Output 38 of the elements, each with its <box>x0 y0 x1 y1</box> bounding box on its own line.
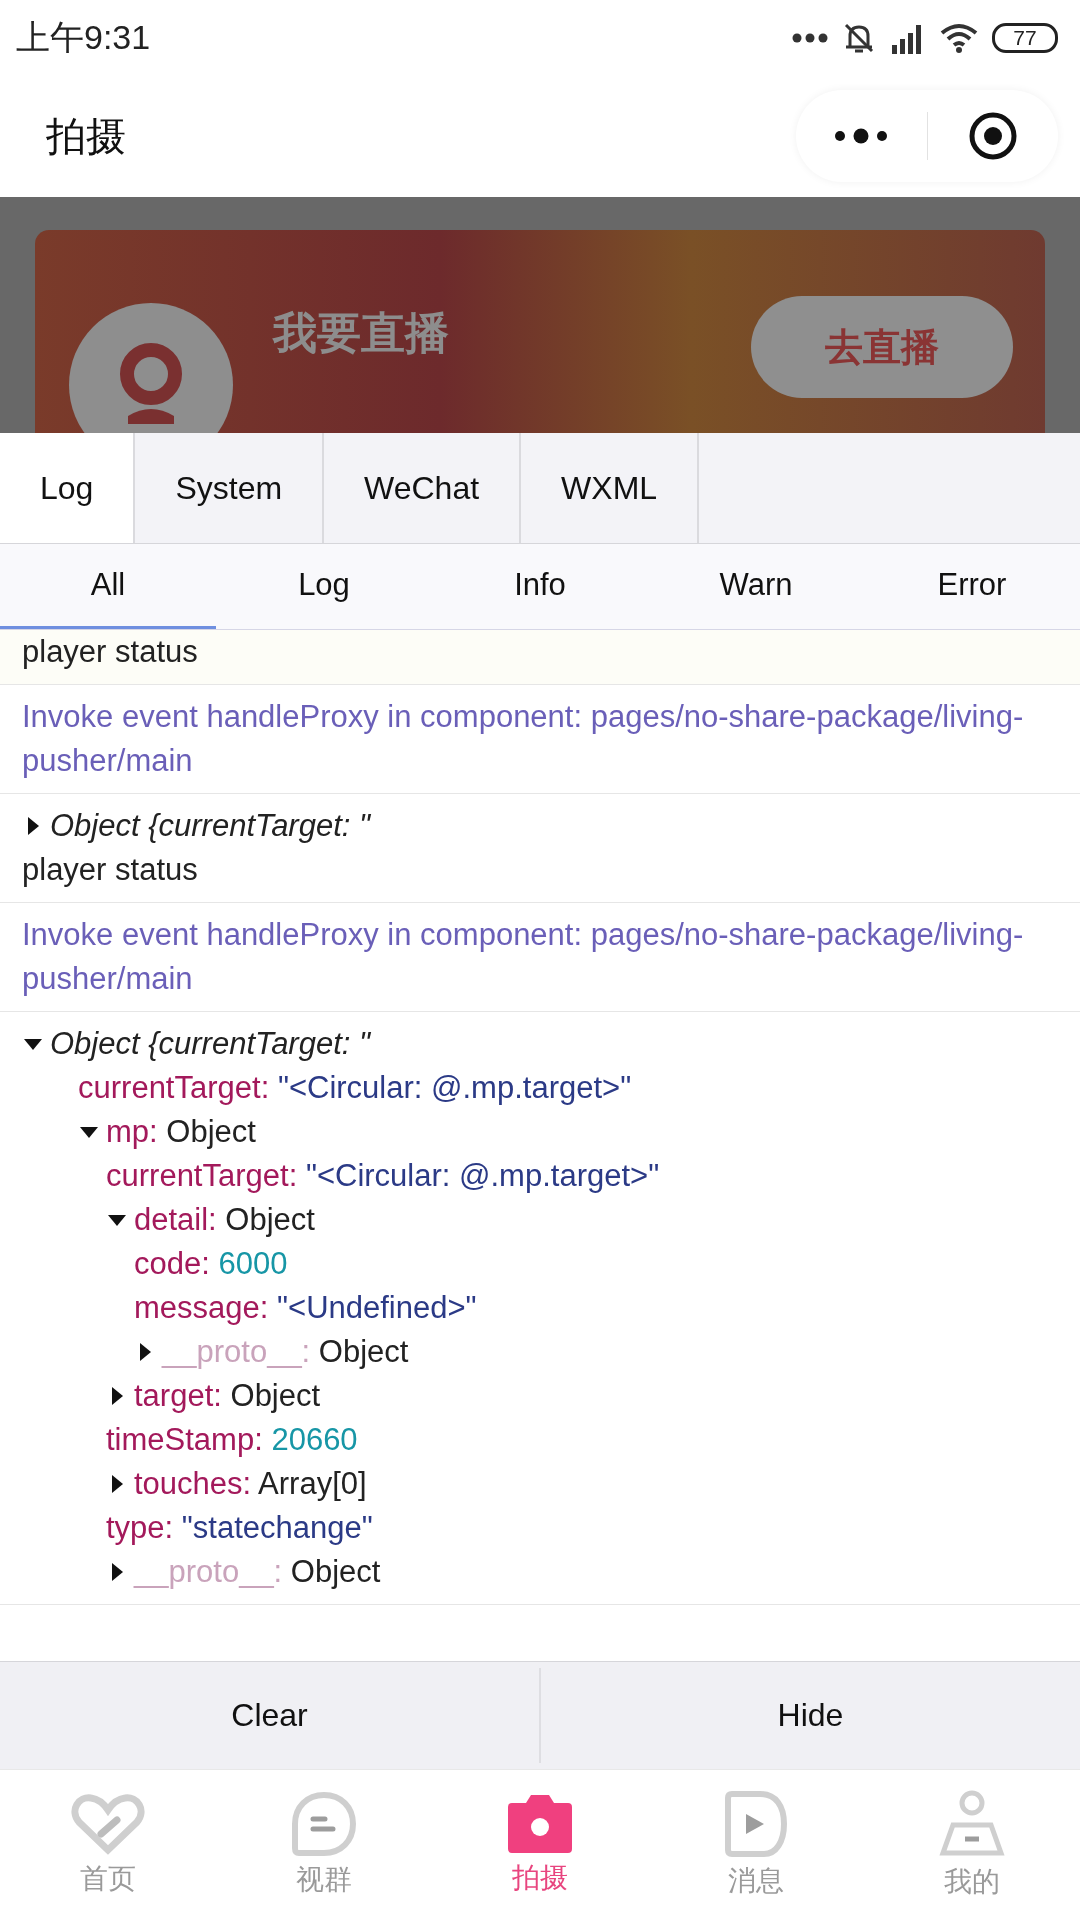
property-line: __proto__: Object <box>134 1553 381 1591</box>
property-line: target: Object <box>134 1377 321 1415</box>
play-icon <box>724 1790 788 1858</box>
object-summary: Object {currentTarget: " <box>50 1025 371 1063</box>
banner-title: 我要直播 <box>273 306 450 359</box>
property-line: timeStamp: 20660 <box>106 1421 358 1459</box>
status-time: 上午9:31 <box>16 16 151 58</box>
close-icon[interactable] <box>967 111 1018 161</box>
battery-indicator: 77 <box>992 22 1058 53</box>
more-dots-icon <box>792 32 828 43</box>
page-title: 拍摄 <box>46 112 126 160</box>
nav-tab[interactable]: 拍摄 <box>432 1770 648 1920</box>
property-line: __proto__: Object <box>162 1333 409 1371</box>
console-button[interactable]: Clear <box>0 1662 539 1769</box>
filter-tab[interactable]: Error <box>864 544 1080 629</box>
more-icon[interactable] <box>834 128 889 144</box>
console-tab[interactable]: Log <box>0 433 136 543</box>
filter-tab[interactable]: Log <box>216 544 432 629</box>
heart-icon <box>71 1792 145 1856</box>
filter-tab[interactable]: Warn <box>648 544 864 629</box>
log-message: player status <box>22 634 198 669</box>
object-summary: Object {currentTarget: " <box>50 807 371 845</box>
console-button[interactable]: Hide <box>541 1662 1080 1769</box>
property-line: currentTarget: "<Circular: @.mp.target>" <box>106 1157 660 1195</box>
log-message: player status <box>22 852 198 887</box>
property-line: type: "statechange" <box>106 1509 373 1547</box>
property-line: mp: Object <box>106 1113 256 1151</box>
filter-tab[interactable]: Info <box>432 544 648 629</box>
property-line: detail: Object <box>134 1201 315 1239</box>
log-message: Invoke event handleProxy in component: pages/no-share-package/living-pusher/main <box>22 917 1024 996</box>
property-line: message: "<Undefined>" <box>134 1289 477 1327</box>
log-message: Invoke event handleProxy in component: pages/no-share-package/living-pusher/main <box>22 699 1024 778</box>
property-line: touches: Array[0] <box>134 1465 367 1503</box>
person-icon <box>939 1789 1005 1859</box>
chat-bubble-icon <box>291 1791 357 1857</box>
property-line: code: 6000 <box>134 1245 288 1283</box>
wifi-icon <box>940 22 978 53</box>
property-line: currentTarget: "<Circular: @.mp.target>" <box>78 1069 632 1107</box>
